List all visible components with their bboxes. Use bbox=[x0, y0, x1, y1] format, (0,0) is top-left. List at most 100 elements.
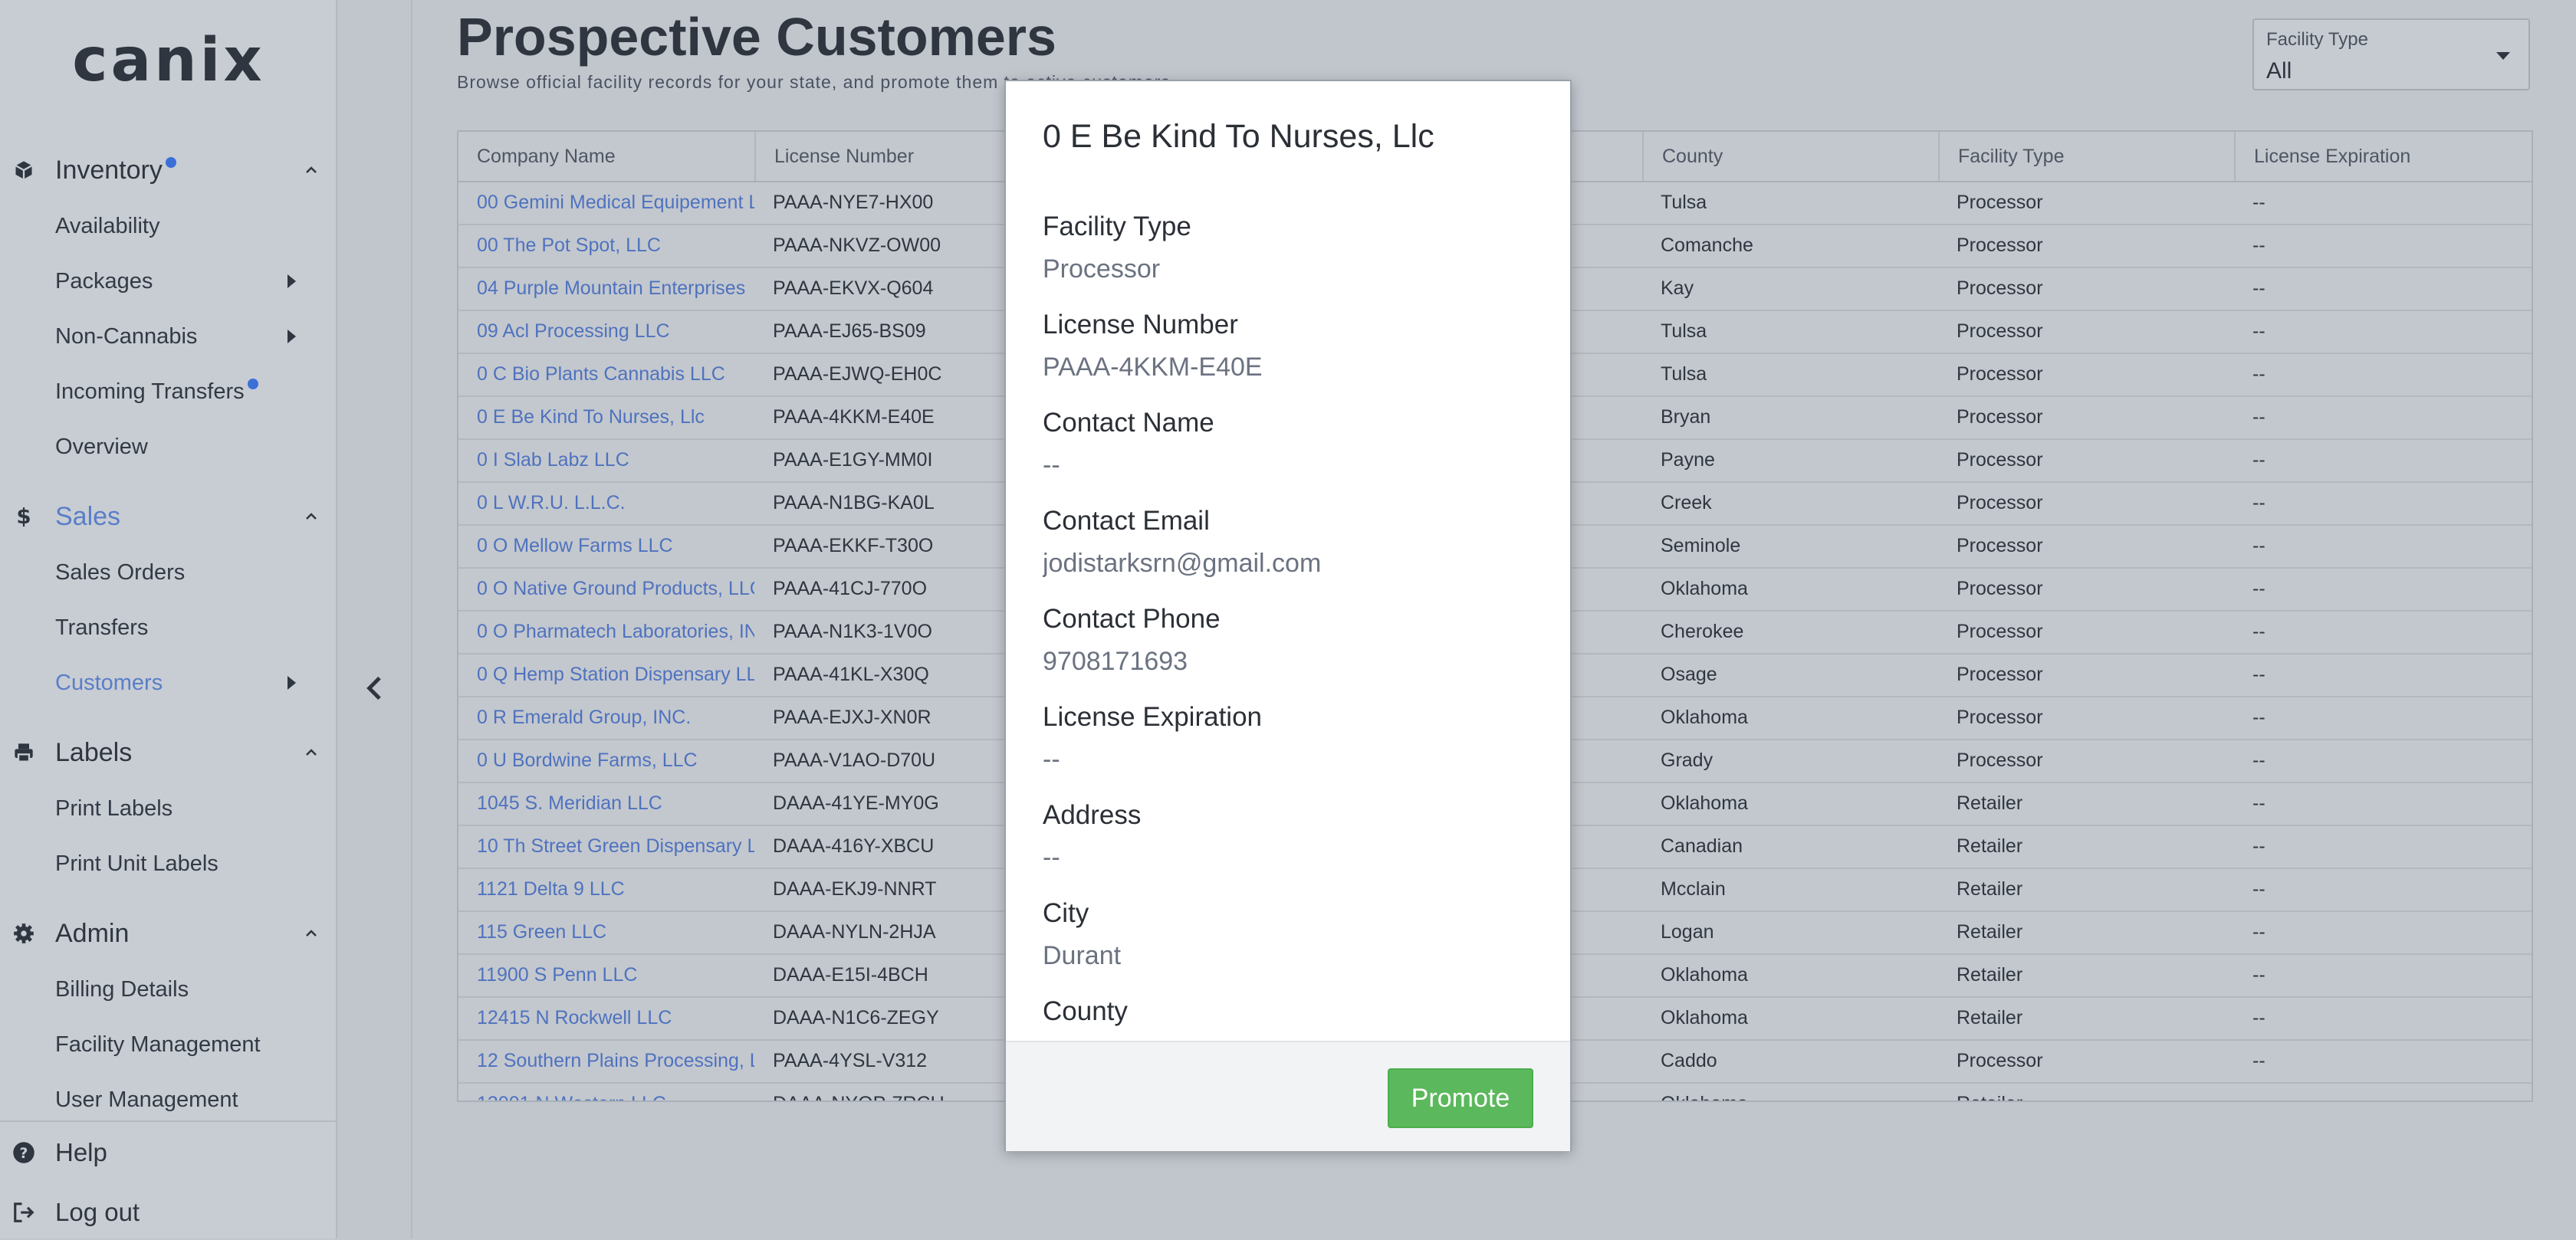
sidebar-item-incoming-transfers[interactable]: Incoming Transfers bbox=[55, 372, 285, 411]
license-expiration-cell: -- bbox=[2252, 491, 2266, 513]
notification-dot bbox=[247, 379, 258, 389]
nav-section-labels[interactable]: Labels bbox=[0, 730, 337, 776]
facility-type-cell: Processor bbox=[1957, 320, 2043, 342]
company-name-cell[interactable]: 0 O Mellow Farms LLC bbox=[458, 524, 754, 567]
license-expiration-cell: -- bbox=[2252, 963, 2266, 986]
sidebar-item-label: Availability bbox=[55, 213, 160, 238]
field-value: Processor bbox=[1043, 254, 1161, 284]
svg-text:?: ? bbox=[20, 1146, 28, 1162]
field-label: County bbox=[1043, 996, 1128, 1026]
license-expiration-cell: -- bbox=[2252, 1049, 2266, 1071]
license-expiration-cell: -- bbox=[2252, 835, 2266, 857]
sidebar-item-label: Print Unit Labels bbox=[55, 851, 219, 876]
facility-type-label: Facility Type bbox=[2266, 29, 2368, 50]
company-name-cell[interactable]: 0 E Be Kind To Nurses, Llc bbox=[458, 395, 754, 438]
company-name-cell[interactable]: 0 C Bio Plants Cannabis LLC bbox=[458, 353, 754, 395]
promote-button[interactable]: Promote bbox=[1388, 1068, 1533, 1128]
printer-icon bbox=[12, 741, 35, 764]
company-name-cell[interactable]: 10 Th Street Green Dispensary LLC bbox=[458, 825, 754, 868]
company-name-cell[interactable]: 1045 S. Meridian LLC bbox=[458, 782, 754, 825]
sidebar-item-print-unit-labels[interactable]: Print Unit Labels bbox=[55, 845, 285, 883]
company-name-cell[interactable]: 12 Southern Plains Processing, LLC bbox=[458, 1039, 754, 1082]
county-cell: Bryan bbox=[1661, 405, 1711, 428]
field-label: License Expiration bbox=[1043, 702, 1262, 732]
facility-type-value: All bbox=[2266, 58, 2292, 84]
facility-type-cell: Retailer bbox=[1938, 1082, 2234, 1101]
sidebar-item-customers[interactable]: Customers bbox=[55, 664, 296, 702]
chevron-up-icon[interactable] bbox=[302, 924, 320, 943]
sidebar-item-label: Overview bbox=[55, 434, 148, 459]
help-link[interactable]: ? Help bbox=[0, 1130, 336, 1176]
license-expiration-cell: -- bbox=[2252, 749, 2266, 771]
company-name-cell[interactable]: 00 The Pot Spot, LLC bbox=[458, 224, 754, 267]
nav-section-inventory[interactable]: Inventory bbox=[0, 147, 337, 193]
modal-body[interactable]: Facility Type Processor License Number PAAA… bbox=[1043, 204, 1533, 1039]
sidebar-item-label: User Management bbox=[55, 1087, 238, 1112]
logout-link[interactable]: Log out bbox=[0, 1189, 336, 1235]
license-expiration-cell: -- bbox=[2252, 706, 2266, 728]
license-expiration-cell: -- bbox=[2252, 792, 2266, 814]
column-header-county[interactable]: County bbox=[1642, 132, 1938, 181]
sidebar-item-non-cannabis[interactable]: Non-Cannabis bbox=[55, 317, 296, 356]
field-label: Contact Name bbox=[1043, 408, 1214, 438]
company-name-cell[interactable]: 04 Purple Mountain Enterprises bbox=[458, 267, 754, 310]
field-value: Durant bbox=[1043, 941, 1122, 970]
company-name-cell[interactable]: 11900 S Penn LLC bbox=[458, 953, 754, 996]
company-name-cell[interactable]: 00 Gemini Medical Equipement Llc bbox=[458, 181, 754, 224]
caret-right-icon bbox=[288, 676, 296, 690]
county-cell: Tulsa bbox=[1661, 362, 1707, 385]
company-name-cell[interactable]: 09 Acl Processing LLC bbox=[458, 310, 754, 353]
county-cell: Oklahoma bbox=[1661, 577, 1748, 599]
company-name-cell[interactable]: 1121 Delta 9 LLC bbox=[458, 868, 754, 910]
company-name-cell[interactable]: 0 R Emerald Group, INC. bbox=[458, 696, 754, 739]
facility-type-cell: Processor bbox=[1957, 1049, 2043, 1071]
sidebar-item-sales-orders[interactable]: Sales Orders bbox=[55, 553, 285, 592]
chevron-up-icon[interactable] bbox=[302, 507, 320, 526]
nav-section-sales[interactable]: $ Sales bbox=[0, 494, 337, 540]
license-expiration-cell: -- bbox=[2252, 878, 2266, 900]
sidebar-item-print-labels[interactable]: Print Labels bbox=[55, 789, 285, 828]
company-name-cell[interactable]: 0 O Pharmatech Laboratories, INC bbox=[458, 610, 754, 653]
sidebar-item-transfers[interactable]: Transfers bbox=[55, 609, 285, 647]
column-header-facility-type[interactable]: Facility Type bbox=[1938, 132, 2234, 181]
company-name-cell[interactable]: 0 O Native Ground Products, LLC bbox=[458, 567, 754, 610]
company-name-cell[interactable]: 115 Green LLC bbox=[458, 910, 754, 953]
company-name-cell[interactable]: 0 U Bordwine Farms, LLC bbox=[458, 739, 754, 782]
sidebar-item-label: Packages bbox=[55, 268, 153, 294]
facility-type-cell: Processor bbox=[1957, 577, 2043, 599]
chevron-up-icon[interactable] bbox=[302, 743, 320, 762]
field-label: Facility Type bbox=[1043, 212, 1191, 241]
company-name-cell[interactable]: 0 Q Hemp Station Dispensary LLC bbox=[458, 653, 754, 696]
license-expiration-cell: -- bbox=[2252, 320, 2266, 342]
field-label: Contact Phone bbox=[1043, 604, 1221, 634]
field-value: jodistarksrn@gmail.com bbox=[1043, 549, 1322, 578]
sidebar-item-facility-management[interactable]: Facility Management bbox=[55, 1025, 285, 1064]
chevron-up-icon[interactable] bbox=[302, 161, 320, 179]
sidebar-item-overview[interactable]: Overview bbox=[55, 428, 285, 466]
sidebar-item-availability[interactable]: Availability bbox=[55, 207, 285, 245]
facility-type-select[interactable]: Facility Type All bbox=[2252, 18, 2530, 90]
field-value: -- bbox=[1043, 745, 1060, 774]
facility-type-cell: Processor bbox=[1957, 620, 2043, 642]
chevron-left-icon[interactable] bbox=[360, 673, 391, 704]
county-cell: Oklahoma bbox=[1642, 1082, 1938, 1101]
county-cell: Grady bbox=[1661, 749, 1714, 771]
cube-icon bbox=[12, 159, 35, 182]
column-header-license-expiration[interactable]: License Expiration bbox=[2234, 132, 2532, 181]
field-value: Bryan bbox=[1043, 1035, 1533, 1039]
sidebar-item-label: Incoming Transfers bbox=[55, 379, 245, 404]
company-name-cell[interactable]: 12415 N Rockwell LLC bbox=[458, 996, 754, 1039]
column-header-company-name[interactable]: Company Name bbox=[458, 132, 754, 181]
canix-logo[interactable]: canix bbox=[0, 26, 337, 95]
company-name-cell[interactable]: 13001 N Western LLC bbox=[458, 1082, 754, 1101]
company-name-cell[interactable]: 0 L W.R.U. L.L.C. bbox=[458, 481, 754, 524]
sidebar-item-user-management[interactable]: User Management bbox=[55, 1081, 285, 1119]
nav-section-label: Inventory bbox=[55, 155, 163, 185]
company-name-cell[interactable]: 0 I Slab Labz LLC bbox=[458, 438, 754, 481]
help-label: Help bbox=[55, 1138, 107, 1166]
license-expiration-cell: -- bbox=[2252, 620, 2266, 642]
sidebar-item-billing-details[interactable]: Billing Details bbox=[55, 970, 285, 1009]
sidebar-item-packages[interactable]: Packages bbox=[55, 262, 296, 300]
nav-section-admin[interactable]: Admin bbox=[0, 910, 337, 956]
county-cell: Logan bbox=[1661, 920, 1714, 943]
